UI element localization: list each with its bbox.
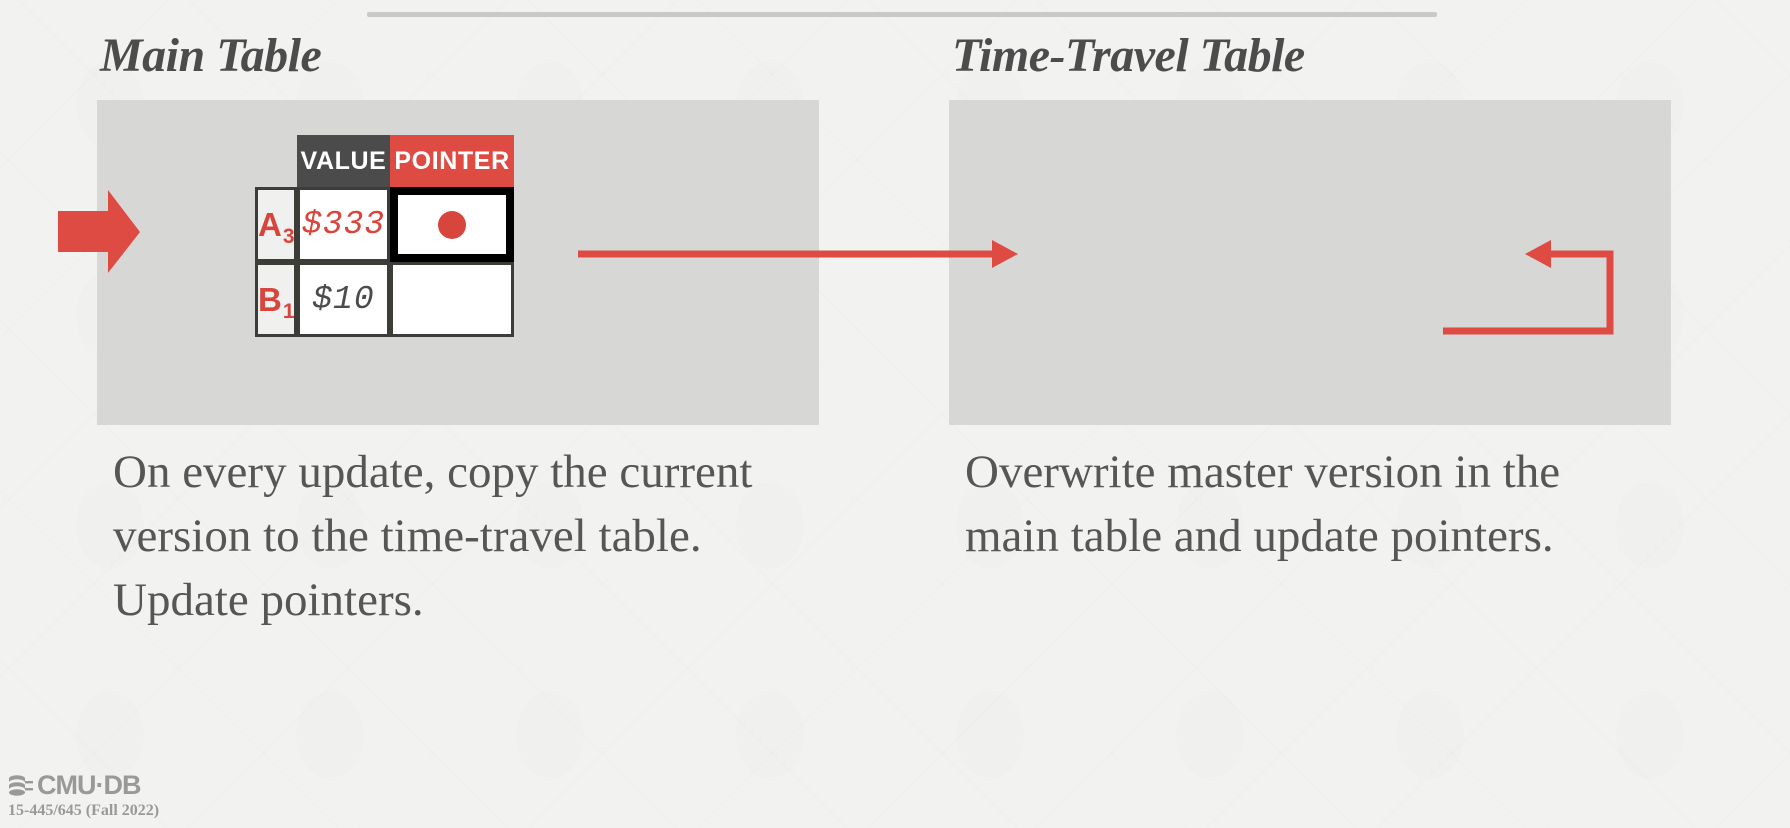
- table-row[interactable]: A3 $333: [255, 187, 514, 262]
- main-table-row-0-pointer[interactable]: [390, 187, 514, 262]
- main-table-row-0-key-version: 3: [282, 224, 295, 248]
- main-table-header-pointer: POINTER: [390, 135, 514, 187]
- database-cylinder-icon: [9, 774, 33, 796]
- main-table-header-key: [255, 135, 297, 187]
- pointer-dot-icon: [438, 210, 467, 239]
- main-table-row-1-key-version: 1: [282, 299, 295, 323]
- main-table: VALUE POINTER A3 $333 B1 $10: [255, 135, 514, 337]
- top-divider-rule: [367, 12, 1437, 17]
- caption-main-table: On every update, copy the current versio…: [113, 446, 753, 626]
- main-table-header-value: VALUE: [296, 135, 391, 187]
- main-table-row-1-pointer[interactable]: [390, 262, 514, 337]
- panel-main-table-title: Main Table: [100, 29, 322, 82]
- course-label: 15-445/645 (Fall 2022): [8, 802, 160, 819]
- main-table-row-1-key: B1: [255, 262, 297, 337]
- main-table-row-0-key: A3: [255, 187, 297, 262]
- main-table-row-0-key-text: A: [258, 205, 282, 243]
- main-table-row-1-key-text: B: [258, 280, 282, 318]
- table-row[interactable]: B1 $10: [255, 262, 514, 337]
- cmu-db-brand-text: CMU·DB: [37, 770, 141, 800]
- main-table-header-row: VALUE POINTER: [255, 135, 514, 187]
- main-table-row-1-value: $10: [296, 262, 391, 337]
- cmu-db-logo: CMU·DB: [8, 770, 159, 801]
- panel-time-travel-table-title: Time-Travel Table: [952, 29, 1305, 82]
- main-table-row-0-value: $333: [296, 187, 391, 262]
- caption-time-travel-table: Overwrite master version in the main tab…: [965, 446, 1561, 562]
- panel-time-travel-table-backdrop: [949, 100, 1671, 425]
- footer: CMU·DB 15-445/645 (Fall 2022): [8, 770, 159, 820]
